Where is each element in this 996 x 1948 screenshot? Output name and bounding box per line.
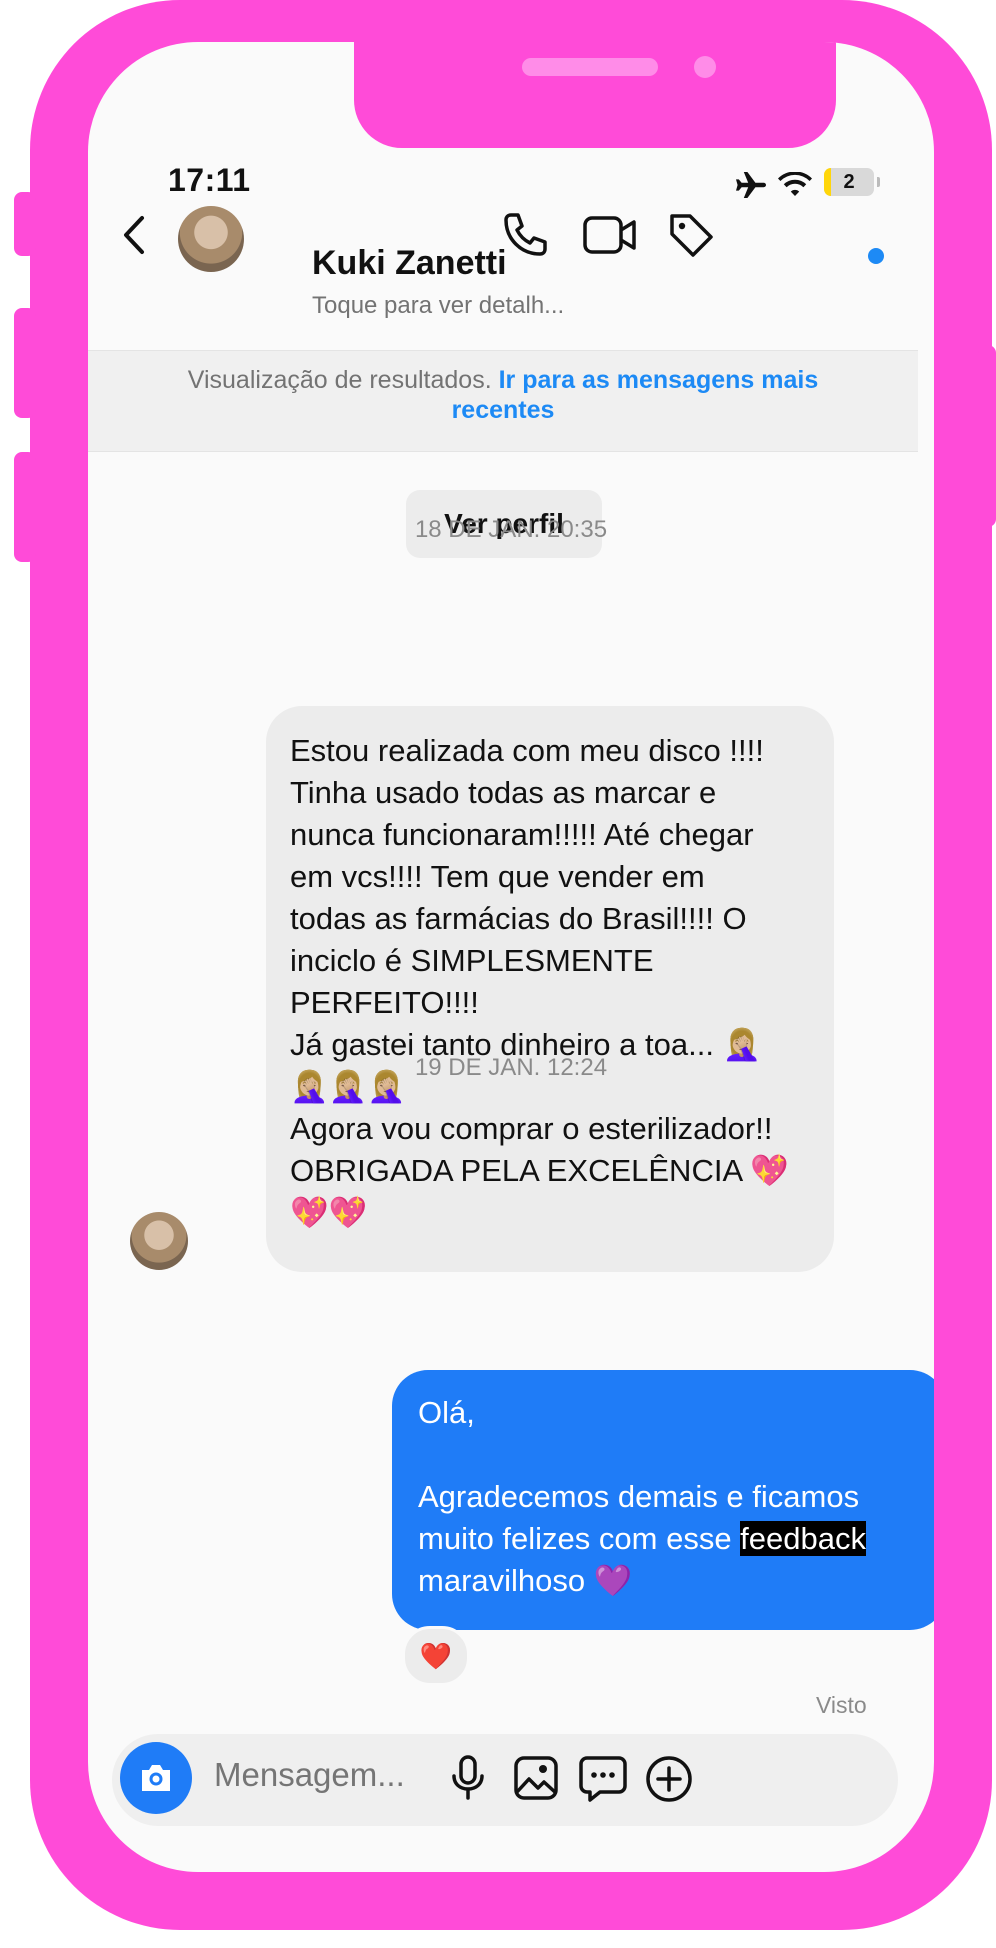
side-button-power bbox=[978, 345, 996, 527]
contact-avatar[interactable] bbox=[178, 206, 244, 272]
plus-icon[interactable] bbox=[644, 1754, 694, 1804]
notification-dot bbox=[868, 248, 884, 264]
message-line: OBRIGADA PELA EXCELÊNCIA 💖 bbox=[290, 1153, 789, 1188]
message-body-end: maravilhoso 💜 bbox=[418, 1563, 633, 1598]
message-line: Estou realizada com meu disco !!!! bbox=[290, 733, 764, 768]
notch bbox=[354, 42, 836, 148]
date-separator: 18 DE JAN. 20:35 bbox=[414, 516, 608, 543]
message-line: todas as farmácias do Brasil!!!! O bbox=[290, 901, 747, 936]
banner-text: Visualização de resultados. bbox=[187, 366, 492, 394]
sender-avatar[interactable] bbox=[130, 1212, 188, 1270]
results-banner: Visualização de resultados. Ir para as m… bbox=[88, 350, 918, 452]
go-to-recent-link[interactable]: Ir para as mensagens mais recentes bbox=[452, 366, 819, 424]
highlighted-word: feedback bbox=[740, 1521, 866, 1556]
gallery-icon[interactable] bbox=[512, 1754, 560, 1802]
front-camera bbox=[694, 56, 716, 78]
incoming-message-text[interactable]: Estou realizada com meu disco !!!! Tinha… bbox=[290, 730, 824, 1234]
sticker-icon[interactable] bbox=[578, 1754, 628, 1802]
message-line: Tinha usado todas as marcar e bbox=[290, 775, 717, 810]
message-line: Agora vou comprar o esterilizador!! bbox=[290, 1111, 773, 1146]
message-line: inciclo é SIMPLESMENTE bbox=[290, 943, 654, 978]
seen-status: Visto bbox=[816, 1692, 867, 1718]
date-separator: 19 DE JAN. 12:24 bbox=[414, 1054, 608, 1081]
back-arrow-icon[interactable] bbox=[120, 214, 148, 256]
camera-button[interactable] bbox=[120, 1742, 192, 1814]
message-greeting: Olá, bbox=[418, 1395, 475, 1430]
contact-name[interactable]: Kuki Zanetti bbox=[312, 244, 507, 283]
battery-icon: 2 bbox=[824, 168, 880, 196]
heart-reaction[interactable]: ❤️ bbox=[402, 1626, 470, 1686]
airplane-icon bbox=[736, 172, 766, 198]
microphone-icon[interactable] bbox=[448, 1754, 488, 1802]
camera-icon bbox=[142, 1765, 170, 1791]
side-button-volume-down bbox=[14, 452, 36, 562]
phone-screen: 17:11 2 Kuki Zanetti Toque para ver deta… bbox=[88, 42, 934, 1872]
phone-icon[interactable] bbox=[500, 210, 550, 260]
video-icon[interactable] bbox=[582, 212, 638, 258]
message-line: em vcs!!!! Tem que vender em bbox=[290, 859, 705, 894]
message-line: PERFEITO!!!! bbox=[290, 985, 479, 1020]
contact-subtitle[interactable]: Toque para ver detalh... bbox=[312, 292, 564, 320]
message-line: nunca funcionaram!!!!! Até chegar bbox=[290, 817, 754, 852]
tag-icon[interactable] bbox=[666, 210, 716, 260]
outgoing-message-text[interactable]: Olá, Agradecemos demais e ficamos muito … bbox=[418, 1392, 928, 1602]
status-time: 17:11 bbox=[168, 162, 251, 198]
side-button-mute bbox=[14, 192, 36, 256]
message-line: 💖💖 bbox=[290, 1195, 368, 1230]
speaker bbox=[522, 58, 658, 76]
message-input[interactable] bbox=[214, 1756, 474, 1794]
side-button-volume-up bbox=[14, 308, 36, 418]
wifi-icon bbox=[778, 172, 812, 196]
